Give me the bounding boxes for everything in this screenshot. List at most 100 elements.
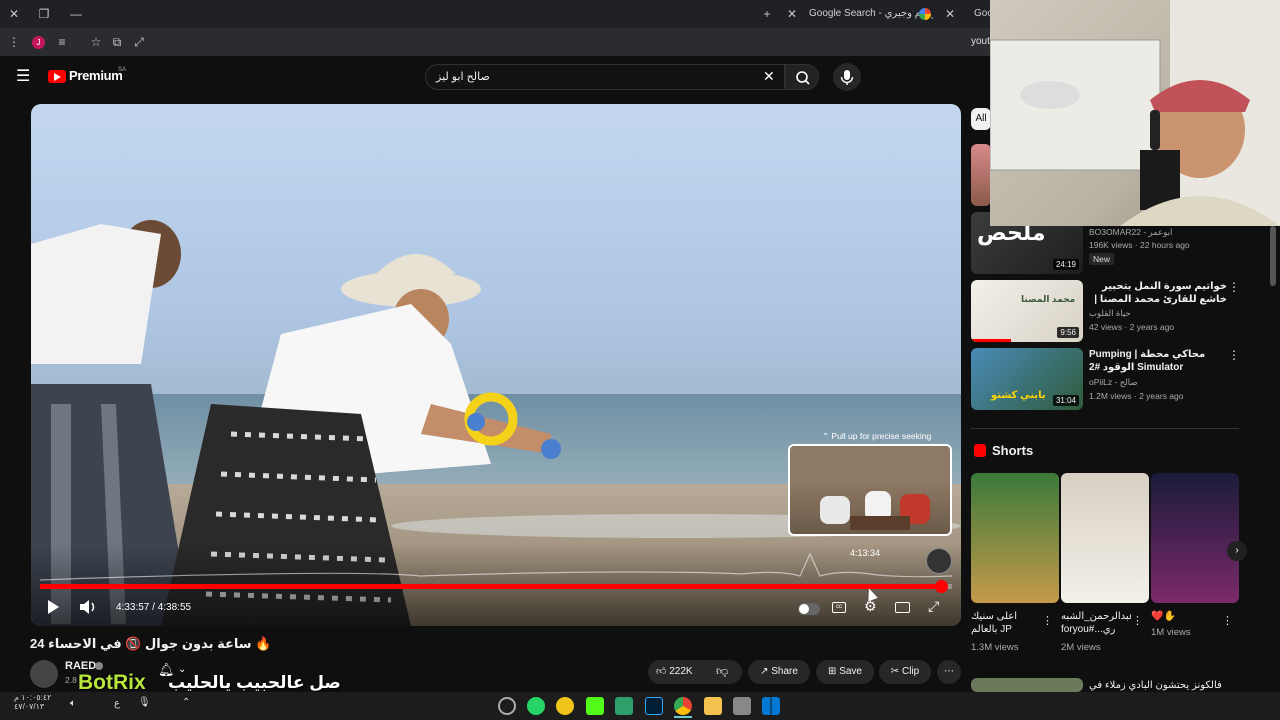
like-count[interactable]: 222K	[669, 666, 692, 677]
tray-expand-icon[interactable]: ⌃	[182, 697, 190, 708]
sidebar-scrollbar[interactable]	[1270, 226, 1276, 286]
more-actions-button[interactable]: ⋯	[937, 660, 961, 684]
channel-avatar[interactable]	[30, 660, 58, 688]
sidebar-title[interactable]: خواتيم سورة النمل بتحبير خاشع للقارئ محم…	[1089, 280, 1227, 306]
windows-start-icon[interactable]	[762, 697, 780, 715]
fullscreen-icon[interactable]: ⤢	[928, 598, 939, 615]
video-player[interactable]	[31, 104, 961, 626]
sidebar-title[interactable]: فالكونز يحتشون البادي زملاء في حان...	[1089, 679, 1227, 692]
photoshop-icon[interactable]	[645, 697, 663, 715]
autoplay-knob	[799, 604, 809, 614]
chip-all[interactable]: All	[971, 108, 991, 130]
time-separator: /	[152, 602, 155, 613]
short-views: 2M views	[1061, 642, 1101, 653]
language-indicator[interactable]: ع	[114, 698, 120, 709]
menu-dots-icon[interactable]: ⋮	[4, 28, 24, 56]
tab-close-icon[interactable]: ✕	[782, 0, 802, 28]
dislike-icon[interactable]: 👎︎	[716, 664, 728, 679]
new-badge: New	[1089, 253, 1115, 265]
whatsapp-icon[interactable]	[527, 697, 545, 715]
short-title[interactable]: ❤️✋	[1151, 610, 1211, 623]
sidebar-video-thumbnail[interactable]	[971, 678, 1083, 692]
play-button[interactable]	[44, 598, 62, 619]
mic-tray-icon[interactable]: 🎙︎	[138, 697, 151, 708]
short-thumbnail[interactable]	[971, 473, 1059, 603]
profile-avatar[interactable]: J	[32, 36, 45, 49]
miniplayer-icon[interactable]	[895, 602, 910, 613]
clip-button[interactable]: ✂ Clip	[879, 660, 931, 684]
video-title: 24 ساعة بدون جوال 📵 في الاحساء 🔥	[30, 636, 272, 651]
taskbar-clock[interactable]: ١٠:٠٥:٤٢ م ٤٧/٠٧/١٣	[14, 693, 51, 711]
volume-tray-icon[interactable]: 🔈︎	[70, 698, 76, 709]
save-icon: ⊞	[828, 666, 837, 677]
taskbar-app-icon[interactable]	[498, 697, 516, 715]
more-options-icon[interactable]: ⋮	[1228, 280, 1240, 294]
file-explorer-icon[interactable]	[704, 697, 722, 715]
kick-icon[interactable]	[586, 697, 604, 715]
subscriber-count: 2.8	[65, 675, 77, 685]
play-logo-icon	[54, 73, 61, 81]
active-app-indicator	[674, 716, 692, 718]
sidebar-title[interactable]: Pumping | محاكي محطة الوقود #2 Simulator	[1089, 348, 1227, 374]
tab-close-icon[interactable]: ✕	[940, 0, 960, 28]
clock-date: ٤٧/٠٧/١٣	[14, 702, 45, 711]
sidebar-video-thumbnail[interactable]: محمد المصنا 9:56	[971, 280, 1083, 342]
thumbnail-text: محمد المصنا	[1021, 294, 1076, 304]
restore-icon[interactable]: ❐	[34, 0, 54, 28]
taskbar-app-icon[interactable]	[733, 697, 751, 715]
progress-scrubber[interactable]	[935, 580, 948, 593]
like-icon[interactable]: 👍︎	[656, 666, 666, 677]
save-button[interactable]: ⊞ Save	[816, 660, 874, 684]
star-icon[interactable]: ☆	[86, 28, 106, 56]
seek-preview-thumbnail	[788, 444, 952, 536]
short-thumbnail[interactable]	[1061, 473, 1149, 603]
minimize-icon[interactable]: —	[66, 0, 86, 28]
scissors-icon: ✂	[890, 666, 900, 677]
sidebar-meta: 196K views · 22 hours ago	[1089, 240, 1190, 250]
sidebar-thumb-partial[interactable]	[971, 144, 991, 206]
autoplay-toggle[interactable]	[798, 603, 820, 615]
search-button[interactable]	[785, 64, 819, 90]
shorts-next-arrow-icon[interactable]: ›	[1227, 541, 1247, 561]
clock-time: ١٠:٠٥:٤٢ م	[14, 693, 52, 702]
short-thumbnail[interactable]	[1151, 473, 1239, 603]
address-bar[interactable]: yout	[971, 28, 990, 56]
tab-google-search[interactable]: Google Search - فار توم وجيري	[803, 0, 933, 28]
notes-icon[interactable]	[615, 697, 633, 715]
volume-button[interactable]	[78, 598, 98, 619]
captions-icon[interactable]: cc	[832, 602, 846, 613]
channel-watermark[interactable]	[926, 548, 952, 574]
sidebar-channel[interactable]: حياة القلوب	[1089, 307, 1131, 319]
progress-bar-played	[40, 584, 941, 589]
more-options-icon[interactable]: ⋮	[1228, 348, 1240, 362]
sidebar-video-thumbnail[interactable]: بابني كشتو 31:04	[971, 348, 1083, 410]
clear-search-icon[interactable]: ✕	[763, 68, 775, 85]
short-title[interactable]: عبدالرحمن_الشبه# foryou#...ري	[1061, 610, 1131, 636]
hamburger-menu-icon[interactable]: ☰	[16, 66, 30, 86]
chat-caption-overlay: صل عالحبيب يالحليب	[168, 673, 341, 692]
video-duration: 9:56	[1057, 327, 1079, 338]
translate-icon[interactable]: ⧉	[107, 28, 127, 56]
sidebar-channel[interactable]: oPiiLz - صالح	[1089, 376, 1138, 388]
more-options-icon[interactable]: ⋮	[1222, 614, 1233, 627]
voice-search-button[interactable]	[833, 63, 861, 91]
discord-icon[interactable]	[556, 697, 574, 715]
screenshot-icon[interactable]: ⤢	[129, 28, 149, 56]
chrome-icon[interactable]	[674, 697, 692, 715]
region-code: SA	[118, 67, 127, 73]
reading-list-icon[interactable]: ≡	[52, 28, 72, 56]
more-options-icon[interactable]: ⋮	[1132, 614, 1143, 627]
current-time: 4:33:57	[116, 602, 150, 613]
short-title[interactable]: اعلى سنيك بالعالم JP	[971, 610, 1041, 636]
shorts-icon	[974, 444, 986, 457]
close-icon[interactable]: ✕	[4, 0, 24, 28]
save-label: Save	[839, 666, 862, 677]
sidebar-channel[interactable]: BO3OMAR22 - ابوعمر	[1089, 226, 1172, 238]
share-button[interactable]: ↗ Share	[748, 660, 810, 684]
thumbnail-text: بابني كشتو	[991, 390, 1046, 401]
more-options-icon[interactable]: ⋮	[1042, 614, 1053, 627]
search-icon	[796, 71, 810, 85]
total-time: 4:38:55	[157, 602, 192, 613]
new-tab-icon[interactable]: +	[757, 0, 777, 28]
search-input[interactable]: صالح ابو ليز	[425, 64, 785, 90]
